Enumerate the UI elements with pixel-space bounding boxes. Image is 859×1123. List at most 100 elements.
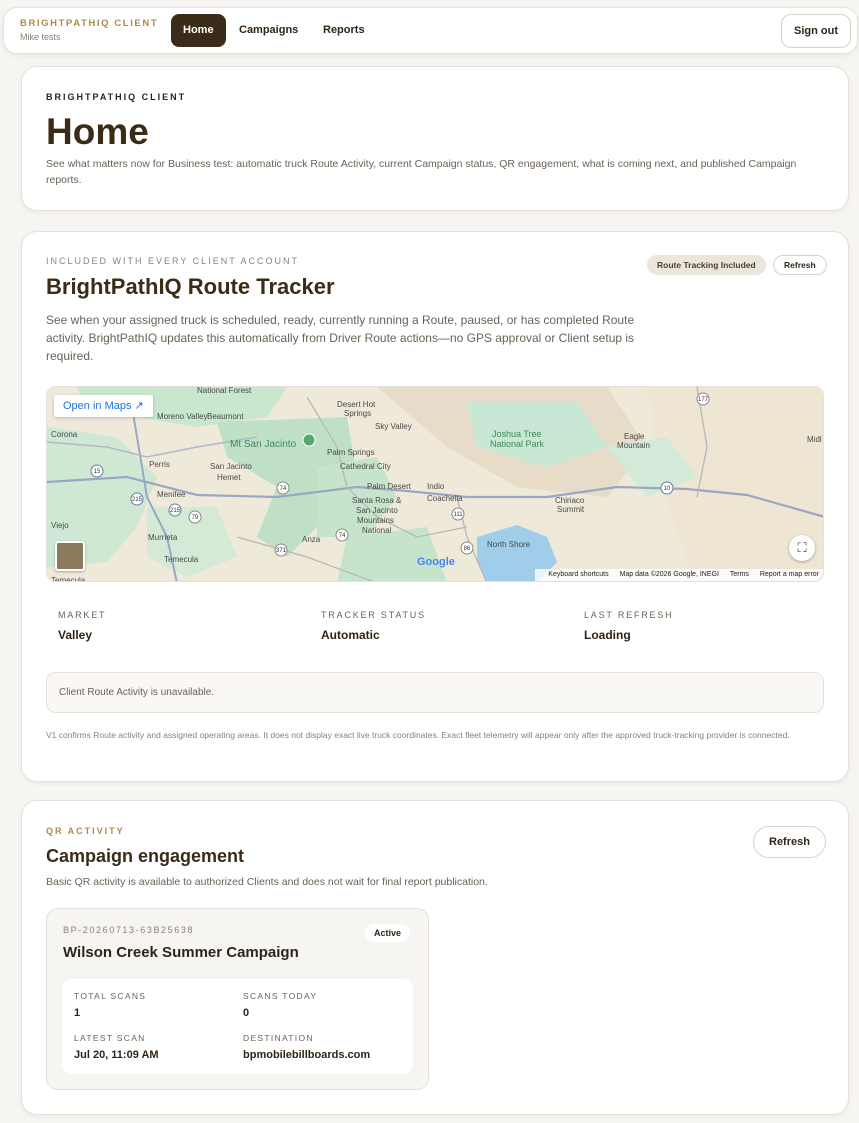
qr-title: Campaign engagement [46, 846, 245, 866]
map-canvas: National Forest Desert Hot Springs Moren… [47, 387, 823, 582]
metric-value: bpmobilebillboards.com [243, 1049, 371, 1061]
nav-reports[interactable]: Reports [311, 14, 377, 47]
map-label: Chiriaco [555, 496, 585, 505]
map-label: Summit [557, 505, 585, 514]
page-title: Home [46, 111, 149, 152]
map-label: Temecula [164, 555, 199, 564]
map-label: Palm Springs [327, 448, 375, 457]
map-label: Coachella [427, 494, 463, 503]
route-tracker-card: INCLUDED WITH EVERY CLIENT ACCOUNT Brigh… [21, 231, 849, 782]
metric-label: DESTINATION [243, 1033, 314, 1043]
google-logo: Google [417, 556, 455, 568]
route-refresh-button[interactable]: Refresh [773, 255, 827, 275]
map-label: Desert Hot [337, 400, 376, 409]
terms-link[interactable]: Terms [730, 571, 749, 578]
metric-total-scans: TOTAL SCANS 1 [74, 991, 146, 1019]
map-label: Viejo [51, 521, 69, 530]
brand: BRIGHTPATHIQ CLIENT Mike tests [20, 18, 158, 42]
route-footnote: V1 confirms Route activity and assigned … [46, 730, 790, 740]
campaign-card[interactable]: BP-20260713-63B25638 Wilson Creek Summer… [46, 908, 429, 1090]
stat-last-refresh: LAST REFRESH Loading [584, 610, 673, 642]
map-label: Beaumont [207, 412, 244, 421]
keyboard-shortcuts-link[interactable]: Keyboard shortcuts [548, 571, 608, 578]
map-label: Santa Rosa & [352, 496, 402, 505]
open-in-maps-label: Open in Maps [63, 400, 132, 412]
map-label: Palm Desert [367, 482, 412, 491]
open-in-maps-link[interactable]: Open in Maps ↗ [54, 395, 153, 417]
map-label: Anza [302, 535, 321, 544]
map-label: Mountains [357, 516, 394, 525]
sign-out-button[interactable]: Sign out [781, 14, 851, 48]
metric-label: LATEST SCAN [74, 1033, 146, 1043]
map-data-attribution: Map data ©2026 Google, INEGI [619, 571, 719, 578]
svg-text:86: 86 [464, 546, 471, 552]
status-badge: Active [365, 924, 411, 942]
campaign-name: Wilson Creek Summer Campaign [63, 944, 299, 961]
stat-value: Loading [584, 628, 631, 642]
map-label: National Park [490, 439, 545, 449]
svg-text:79: 79 [192, 515, 199, 521]
map-label: Mountain [617, 441, 650, 450]
home-eyebrow: BRIGHTPATHIQ CLIENT [46, 92, 187, 102]
map-label: Moreno Valley [157, 412, 208, 421]
nav-home[interactable]: Home [171, 14, 226, 47]
stat-market: MARKET Valley [58, 610, 106, 642]
fullscreen-icon[interactable]: ⛶ [789, 535, 815, 561]
qr-description: Basic QR activity is available to author… [46, 876, 488, 888]
metric-label: SCANS TODAY [243, 991, 318, 1001]
nav-campaigns[interactable]: Campaigns [227, 14, 310, 47]
svg-text:15: 15 [94, 469, 101, 475]
map-label: Midl [807, 435, 822, 444]
svg-text:371: 371 [276, 548, 287, 554]
map-label: Eagle [624, 432, 645, 441]
metric-value: Jul 20, 11:09 AM [74, 1049, 159, 1061]
stat-label: LAST REFRESH [584, 610, 674, 620]
route-unavailable-notice: Client Route Activity is unavailable. [46, 672, 824, 713]
map-label: Mt San Jacinto [230, 439, 297, 450]
home-header-card: BRIGHTPATHIQ CLIENT Home See what matter… [21, 66, 849, 211]
brand-name: BRIGHTPATHIQ CLIENT [20, 18, 159, 29]
route-map[interactable]: National Forest Desert Hot Springs Moren… [46, 386, 824, 582]
map-label: Springs [344, 409, 371, 418]
map-label: National Forest [197, 387, 252, 395]
top-navigation: BRIGHTPATHIQ CLIENT Mike tests Home Camp… [3, 7, 858, 54]
map-label: Hemet [217, 473, 241, 482]
metric-value: 1 [74, 1007, 81, 1019]
svg-text:74: 74 [280, 486, 287, 492]
qr-activity-card: QR ACTIVITY Campaign engagement Basic QR… [21, 800, 849, 1115]
map-label: San Jacinto [356, 506, 398, 515]
qr-eyebrow: QR ACTIVITY [46, 826, 125, 836]
external-link-icon: ↗ [134, 400, 144, 412]
svg-text:74: 74 [339, 533, 346, 539]
svg-text:177: 177 [698, 397, 709, 403]
map-label: Indio [427, 482, 445, 491]
route-title: BrightPathIQ Route Tracker [46, 274, 335, 299]
map-label: Menifee [157, 490, 186, 499]
stat-label: TRACKER STATUS [321, 610, 426, 620]
map-label: Corona [51, 430, 78, 439]
map-label: San Jacinto [210, 462, 252, 471]
svg-text:215: 215 [170, 508, 181, 514]
stat-tracker-status: TRACKER STATUS Automatic [321, 610, 426, 642]
page-description: See what matters now for Business test: … [46, 158, 797, 186]
metric-value: 0 [243, 1007, 250, 1019]
route-eyebrow: INCLUDED WITH EVERY CLIENT ACCOUNT [46, 256, 300, 266]
map-label: National [362, 526, 392, 535]
map-label: North Shore [487, 540, 531, 549]
svg-text:111: 111 [453, 512, 463, 518]
route-tracking-badge: Route Tracking Included [647, 255, 766, 275]
route-description: See when your assigned truck is schedule… [46, 313, 635, 363]
metric-label: TOTAL SCANS [74, 991, 147, 1001]
map-label: Joshua Tree [492, 429, 542, 439]
stat-value: Automatic [321, 628, 380, 642]
map-label: Temecula [51, 576, 86, 582]
map-label: Sky Valley [375, 422, 412, 431]
map-label: Cathedral City [340, 462, 391, 471]
campaign-id: BP-20260713-63B25638 [63, 925, 195, 935]
metric-latest-scan: LATEST SCAN Jul 20, 11:09 AM [74, 1033, 159, 1061]
report-map-error-link[interactable]: Report a map error [760, 571, 819, 578]
qr-refresh-button[interactable]: Refresh [753, 826, 826, 858]
map-label: Murrieta [148, 533, 178, 542]
map-type-toggle[interactable] [55, 541, 85, 571]
svg-text:215: 215 [132, 497, 143, 503]
